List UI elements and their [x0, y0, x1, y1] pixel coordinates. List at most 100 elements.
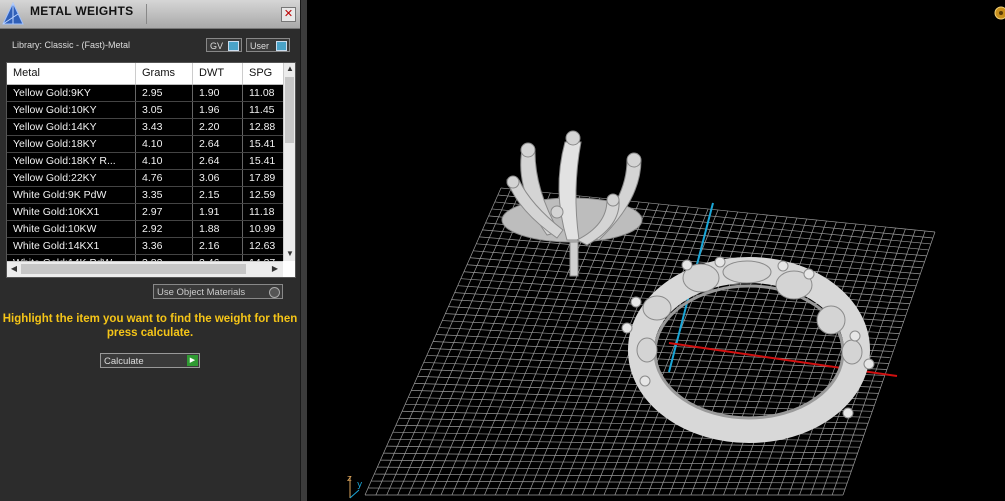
grid-line: [432, 341, 890, 364]
grid-line: [647, 213, 758, 496]
column-header-grams[interactable]: Grams: [136, 63, 193, 84]
spg-cell: 12.59: [249, 189, 276, 201]
metal-cell: White Gold:9K PdW: [7, 187, 136, 203]
dwt-cell: 2.15: [193, 187, 243, 203]
table-row[interactable]: White Gold:9K PdW 3.35 2.15 12.59: [7, 187, 283, 204]
dwt-cell: 1.90: [193, 85, 243, 101]
toggle-knob-icon: [228, 41, 239, 51]
grams-cell: 3.35: [136, 187, 193, 203]
vertical-scroll-thumb[interactable]: [285, 77, 294, 143]
metal-table[interactable]: Metal Grams DWT SPG Yellow Gold:9KY 2.95 1…: [6, 62, 296, 278]
gv-toggle[interactable]: GV: [206, 38, 242, 52]
metal-cell: Yellow Gold:18KY: [7, 136, 136, 152]
play-arrow-icon: ▶: [187, 355, 198, 366]
ring-head-model[interactable]: [501, 130, 643, 277]
panel-titlebar[interactable]: METAL WEIGHTS ✕: [0, 0, 300, 29]
view-settings-icon[interactable]: [994, 6, 1005, 20]
dwt-cell: 2.64: [193, 153, 243, 169]
scroll-up-arrow-icon[interactable]: ▲: [284, 64, 295, 73]
column-header-spg[interactable]: SPG: [243, 63, 283, 84]
grams-cell: 4.76: [136, 170, 193, 186]
grams-cell: 3.05: [136, 102, 193, 118]
spg-cell: 15.41: [249, 155, 276, 167]
spg-cell: 10.99: [249, 223, 276, 235]
metal-cell: Yellow Gold:22KY: [7, 170, 136, 186]
panel-title: METAL WEIGHTS: [30, 4, 134, 18]
scroll-down-arrow-icon[interactable]: ▼: [284, 249, 295, 258]
title-divider: [146, 4, 147, 24]
app-logo-icon: [2, 1, 24, 25]
table-row[interactable]: Yellow Gold:10KY 3.05 1.96 11.45: [7, 102, 283, 119]
scroll-right-arrow-icon[interactable]: ▶: [269, 264, 281, 273]
grid-line: [380, 459, 854, 466]
metal-weights-panel: METAL WEIGHTS ✕ Library: Classic - (Fast…: [0, 0, 301, 501]
metal-cell: White Gold:14KX1: [7, 238, 136, 254]
metal-cell: Yellow Gold:10KY: [7, 102, 136, 118]
column-header-dwt[interactable]: DWT: [193, 63, 243, 84]
dwt-cell: 3.06: [193, 170, 243, 186]
spg-cell: 15.41: [249, 138, 276, 150]
viewport-canvas[interactable]: z y: [307, 0, 1005, 501]
table-row[interactable]: Yellow Gold:18KY R... 4.10 2.64 15.41: [7, 153, 283, 170]
grid-line: [374, 473, 850, 478]
table-row[interactable]: White Gold:14KX1 3.36 2.16 12.63: [7, 238, 283, 255]
spg-cell: 12.88: [249, 121, 276, 133]
axis-label-z: z: [347, 474, 352, 484]
grid-line: [389, 438, 860, 448]
table-row[interactable]: Yellow Gold:14KY 3.43 2.20 12.88: [7, 119, 283, 136]
table-row[interactable]: White Gold:10KW 2.92 1.88 10.99: [7, 221, 283, 238]
metal-cell: White Gold:10KW: [7, 221, 136, 237]
column-header-metal[interactable]: Metal: [7, 63, 136, 84]
dwt-cell: 2.64: [193, 136, 243, 152]
metal-cell: White Gold:10KX1: [7, 204, 136, 220]
metal-cell: Yellow Gold:9KY: [7, 85, 136, 101]
dwt-cell: 1.88: [193, 221, 243, 237]
dwt-cell: 1.96: [193, 102, 243, 118]
calculate-label: Calculate: [104, 356, 144, 367]
axis-label-y: y: [357, 480, 363, 490]
spg-cell: 11.18: [249, 206, 275, 218]
spg-cell: 17.89: [249, 172, 276, 184]
spg-cell: 11.45: [249, 104, 275, 116]
horizontal-scrollbar[interactable]: ◀ ▶: [7, 261, 283, 277]
3d-viewport[interactable]: z y: [301, 0, 1005, 501]
grid-line: [386, 445, 858, 454]
horizontal-scroll-thumb[interactable]: [21, 264, 246, 274]
user-toggle-label: User: [250, 41, 270, 51]
table-row[interactable]: Yellow Gold:18KY 4.10 2.64 15.41: [7, 136, 283, 153]
spg-cell: 12.63: [249, 240, 276, 252]
dwt-cell: 2.20: [193, 119, 243, 135]
grams-cell: 4.10: [136, 136, 193, 152]
metal-cell: Yellow Gold:18KY R...: [7, 153, 136, 169]
close-button[interactable]: ✕: [281, 7, 296, 22]
instructions-text: Highlight the item you want to find the …: [2, 313, 298, 339]
user-toggle[interactable]: User: [246, 38, 290, 52]
grams-cell: 3.36: [136, 238, 193, 254]
grams-cell: 2.97: [136, 204, 193, 220]
library-label: Library: Classic - (Fast)-Metal: [12, 40, 131, 50]
use-object-materials-label: Use Object Materials: [157, 287, 246, 298]
toggle-knob-icon: [276, 41, 287, 51]
table-row[interactable]: Yellow Gold:22KY 4.76 3.06 17.89: [7, 170, 283, 187]
ring-shank-model[interactable]: [621, 256, 875, 443]
dwt-cell: 2.16: [193, 238, 243, 254]
radio-icon[interactable]: [269, 287, 280, 298]
spg-cell: 11.08: [249, 87, 275, 99]
grams-cell: 2.92: [136, 221, 193, 237]
grid-line: [368, 487, 846, 490]
scroll-left-arrow-icon[interactable]: ◀: [8, 264, 20, 273]
vertical-scrollbar[interactable]: ▲ ▼: [283, 63, 295, 261]
grid-line: [383, 452, 856, 460]
grams-cell: 3.43: [136, 119, 193, 135]
table-row[interactable]: White Gold:10KX1 2.97 1.91 11.18: [7, 204, 283, 221]
metal-cell: Yellow Gold:14KY: [7, 119, 136, 135]
table-row[interactable]: Yellow Gold:9KY 2.95 1.90 11.08: [7, 85, 283, 102]
use-object-materials-option[interactable]: Use Object Materials: [153, 284, 283, 299]
dwt-cell: 1.91: [193, 204, 243, 220]
table-header: Metal Grams DWT SPG: [7, 63, 283, 85]
calculate-button[interactable]: Calculate ▶: [100, 353, 200, 368]
axis-triad-icon: z y: [347, 474, 363, 499]
table-body: Yellow Gold:9KY 2.95 1.90 11.08 Yellow Gold:…: [7, 85, 283, 272]
gv-toggle-label: GV: [210, 41, 224, 51]
grams-cell: 2.95: [136, 85, 193, 101]
